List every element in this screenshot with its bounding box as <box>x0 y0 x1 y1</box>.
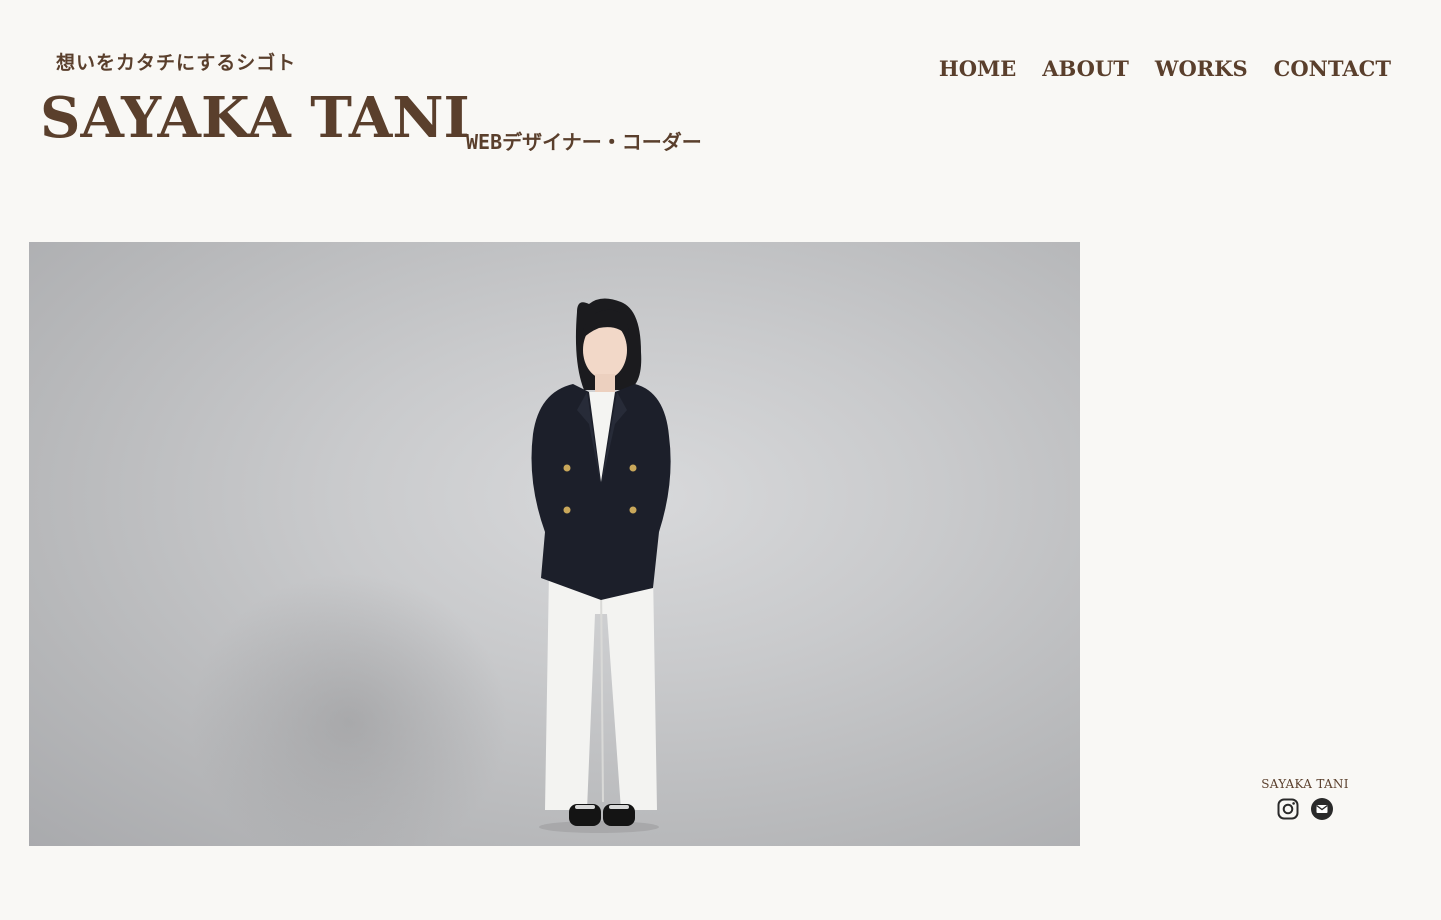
footer-card: SAYAKA TANI <box>1250 777 1360 821</box>
mail-icon[interactable] <box>1310 797 1334 821</box>
footer-name: SAYAKA TANI <box>1261 777 1349 791</box>
nav-home-link[interactable]: HOME <box>939 56 1016 81</box>
instagram-icon[interactable] <box>1276 797 1300 821</box>
main-nav: HOME ABOUT WORKS CONTACT <box>939 56 1391 81</box>
hero-photo <box>29 242 1080 846</box>
nav-works-link[interactable]: WORKS <box>1155 56 1248 81</box>
nav-about-link[interactable]: ABOUT <box>1042 56 1129 81</box>
site-title[interactable]: SAYAKA TANI <box>40 90 470 146</box>
social-links <box>1250 797 1360 821</box>
portrait-figure <box>531 298 671 833</box>
site-tagline: 想いをカタチにするシゴト <box>56 52 297 74</box>
site-role: WEBデザイナー・コーダー <box>466 130 702 154</box>
nav-contact-link[interactable]: CONTACT <box>1274 56 1391 81</box>
